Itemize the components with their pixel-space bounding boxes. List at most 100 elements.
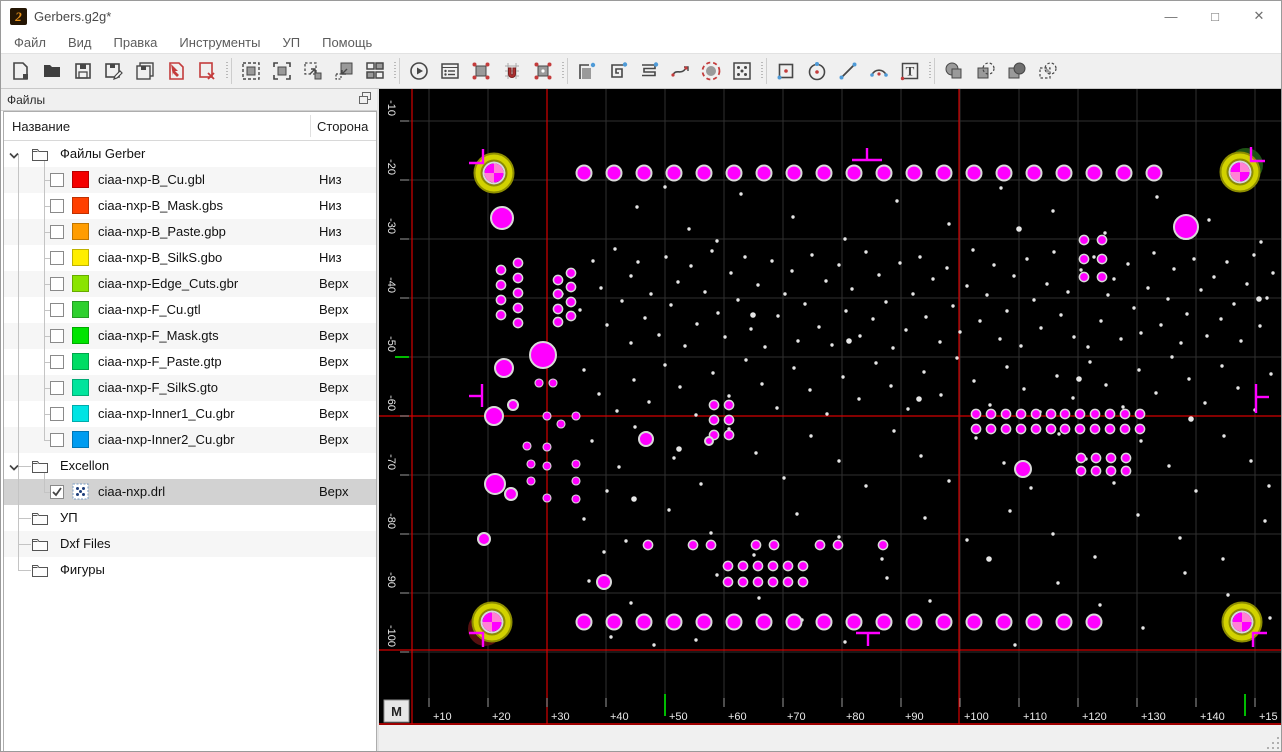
- tree-file-ciaa-nxp-b-mask-gbs[interactable]: ciaa-nxp-B_Mask.gbsНиз: [4, 193, 376, 219]
- menu-item-2[interactable]: Вид: [57, 33, 103, 52]
- spiral-fill-button[interactable]: [602, 56, 633, 86]
- layer-color-swatch[interactable]: [72, 171, 89, 188]
- open-file-button[interactable]: [36, 56, 67, 86]
- tree-folder-фигуры[interactable]: Фигуры: [4, 557, 376, 583]
- layer-visibility-checkbox[interactable]: [50, 303, 64, 317]
- zoom-selection-button[interactable]: [297, 56, 328, 86]
- layer-visibility-checkbox[interactable]: [50, 355, 64, 369]
- line-tool-button[interactable]: [832, 56, 863, 86]
- tree-folder-файлы-gerber[interactable]: Файлы Gerber: [4, 141, 376, 167]
- tree-file-ciaa-nxp-inner2-cu-gbr[interactable]: ciaa-nxp-Inner2_Cu.gbrВерх: [4, 427, 376, 453]
- layer-visibility-checkbox[interactable]: [50, 407, 64, 421]
- zoom-previous-button[interactable]: [328, 56, 359, 86]
- zoom-fit-all-button[interactable]: [235, 56, 266, 86]
- column-name[interactable]: Название: [12, 119, 70, 134]
- pad-rectangle-button[interactable]: [770, 56, 801, 86]
- layer-visibility-checkbox[interactable]: [50, 199, 64, 213]
- layer-color-swatch[interactable]: [72, 301, 89, 318]
- layer-color-swatch[interactable]: [72, 431, 89, 448]
- column-side[interactable]: Сторона: [317, 119, 368, 134]
- float-panel-icon[interactable]: [359, 92, 371, 107]
- shape-xor-button[interactable]: [1031, 56, 1062, 86]
- status-strip: [379, 725, 1282, 752]
- shape-union-button[interactable]: [938, 56, 969, 86]
- tree-file-ciaa-nxp-b-paste-gbp[interactable]: ciaa-nxp-B_Paste.gbpНиз: [4, 219, 376, 245]
- menu-item-6[interactable]: Помощь: [311, 33, 383, 52]
- snap-to-grid-button[interactable]: [496, 56, 527, 86]
- layer-color-swatch[interactable]: [72, 249, 89, 266]
- save-file-button[interactable]: [67, 56, 98, 86]
- tree-guide: [18, 349, 19, 375]
- menu-item-5[interactable]: УП: [271, 33, 311, 52]
- import-file-button[interactable]: [160, 56, 191, 86]
- title-bar: 2 Gerbers.g2g* — □ ✕: [1, 1, 1281, 31]
- file-name: ciaa-nxp-B_Mask.gbs: [98, 198, 223, 213]
- pad-circle-button[interactable]: [801, 56, 832, 86]
- close-file-button[interactable]: [191, 56, 222, 86]
- layer-visibility-checkbox[interactable]: [50, 251, 64, 265]
- files-panel-title: Файлы: [7, 93, 45, 107]
- save-all-button[interactable]: [129, 56, 160, 86]
- layer-color-swatch[interactable]: [72, 223, 89, 240]
- drill-points-button[interactable]: [726, 56, 757, 86]
- pcb-canvas[interactable]: -10-20-30-40-50-60-70-80-90-100+10+20+30…: [379, 89, 1282, 752]
- text-tool-button[interactable]: T: [894, 56, 925, 86]
- area-restrict-button[interactable]: [695, 56, 726, 86]
- arc-tool-button[interactable]: [863, 56, 894, 86]
- serpentine-fill-button[interactable]: [633, 56, 664, 86]
- layer-color-swatch[interactable]: [72, 405, 89, 422]
- layer-visibility-checkbox[interactable]: [50, 433, 64, 447]
- pad-rectangle-icon: [775, 60, 797, 82]
- units-button[interactable]: M: [384, 700, 409, 722]
- layer-visibility-checkbox[interactable]: [50, 485, 64, 499]
- tree-file-ciaa-nxp-b-silks-gbo[interactable]: ciaa-nxp-B_SilkS.gboНиз: [4, 245, 376, 271]
- tree-file-ciaa-nxp-f-mask-gts[interactable]: ciaa-nxp-F_Mask.gtsВерх: [4, 323, 376, 349]
- layer-color-swatch[interactable]: [72, 379, 89, 396]
- path-order-button[interactable]: [664, 56, 695, 86]
- layer-visibility-checkbox[interactable]: [50, 277, 64, 291]
- tree-folder-excellon[interactable]: Excellon: [4, 453, 376, 479]
- toolbar-separator: [225, 58, 232, 84]
- tree-file-ciaa-nxp-drl[interactable]: ciaa-nxp.drlВерх: [4, 479, 376, 505]
- contour-tool-icon: [576, 60, 598, 82]
- drill-view-svg[interactable]: -10-20-30-40-50-60-70-80-90-100+10+20+30…: [379, 89, 1282, 752]
- tree-file-ciaa-nxp-edge-cuts-gbr[interactable]: ciaa-nxp-Edge_Cuts.gbrВерх: [4, 271, 376, 297]
- y-ruler-label: -70: [385, 454, 397, 470]
- zoom-fit-frame-button[interactable]: [266, 56, 297, 86]
- layer-color-swatch[interactable]: [72, 197, 89, 214]
- tree-folder-уп[interactable]: УП: [4, 505, 376, 531]
- job-options-button[interactable]: [434, 56, 465, 86]
- transform-handles-button[interactable]: [527, 56, 558, 86]
- tree-folder-dxf-files[interactable]: Dxf Files: [4, 531, 376, 557]
- layer-color-swatch[interactable]: [72, 327, 89, 344]
- run-job-button[interactable]: [403, 56, 434, 86]
- tree-file-ciaa-nxp-f-cu-gtl[interactable]: ciaa-nxp-F_Cu.gtlВерх: [4, 297, 376, 323]
- close-button[interactable]: ✕: [1237, 1, 1281, 31]
- menu-item-1[interactable]: Файл: [3, 33, 57, 52]
- tile-windows-button[interactable]: [359, 56, 390, 86]
- tree-file-ciaa-nxp-b-cu-gbl[interactable]: ciaa-nxp-B_Cu.gblНиз: [4, 167, 376, 193]
- layer-color-swatch[interactable]: [72, 353, 89, 370]
- menu-item-4[interactable]: Инструменты: [168, 33, 271, 52]
- chevron-down-icon[interactable]: [8, 149, 20, 159]
- contour-tool-button[interactable]: [571, 56, 602, 86]
- tree-file-ciaa-nxp-f-silks-gto[interactable]: ciaa-nxp-F_SilkS.gtoВерх: [4, 375, 376, 401]
- layer-color-swatch[interactable]: [72, 275, 89, 292]
- save-file-as-button[interactable]: [98, 56, 129, 86]
- tree-file-ciaa-nxp-f-paste-gtp[interactable]: ciaa-nxp-F_Paste.gtpВерх: [4, 349, 376, 375]
- new-file-button[interactable]: [5, 56, 36, 86]
- tree-file-ciaa-nxp-inner1-cu-gbr[interactable]: ciaa-nxp-Inner1_Cu.gbrВерх: [4, 401, 376, 427]
- x-ruler-label: +30: [551, 711, 570, 723]
- shape-intersect-button[interactable]: [1000, 56, 1031, 86]
- shape-subtract-button[interactable]: [969, 56, 1000, 86]
- layer-visibility-checkbox[interactable]: [50, 381, 64, 395]
- layer-visibility-checkbox[interactable]: [50, 225, 64, 239]
- maximize-button[interactable]: □: [1193, 1, 1237, 31]
- minimize-button[interactable]: —: [1149, 1, 1193, 31]
- layer-visibility-checkbox[interactable]: [50, 173, 64, 187]
- chevron-down-icon[interactable]: [8, 461, 20, 471]
- menu-item-3[interactable]: Правка: [103, 33, 169, 52]
- selection-handles-button[interactable]: [465, 56, 496, 86]
- layer-visibility-checkbox[interactable]: [50, 329, 64, 343]
- window-title: Gerbers.g2g*: [34, 9, 111, 24]
